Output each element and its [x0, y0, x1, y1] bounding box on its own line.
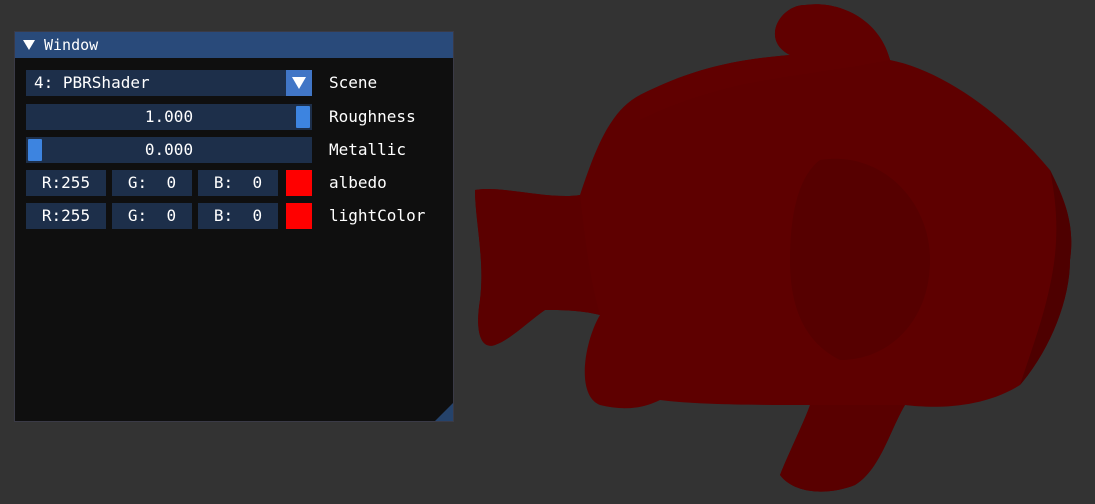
window-title-bar[interactable]: Window: [15, 32, 453, 58]
metallic-value: 0.000: [144, 140, 194, 159]
light-color-b-field[interactable]: B: 0: [198, 203, 278, 229]
chevron-down-icon: [292, 77, 306, 89]
metallic-slider[interactable]: 0.000: [26, 137, 312, 163]
metallic-row: 0.000 Metallic: [26, 137, 446, 163]
metallic-label: Metallic: [329, 140, 407, 159]
albedo-row: R:255 G: 0 B: 0 albedo: [26, 170, 446, 196]
scene-row: 4: PBRShader Scene: [26, 70, 446, 96]
scene-combo-value: 4: PBRShader: [34, 73, 150, 92]
albedo-color-swatch[interactable]: [286, 170, 312, 196]
albedo-b-field[interactable]: B: 0: [198, 170, 278, 196]
light-color-r-field[interactable]: R:255: [26, 203, 106, 229]
fish-lower-fin: [780, 405, 905, 492]
light-color-g-field[interactable]: G: 0: [112, 203, 192, 229]
scene-label: Scene: [329, 73, 378, 92]
roughness-label: Roughness: [329, 107, 416, 126]
fish-model: [475, 4, 1072, 492]
light-color-swatch[interactable]: [286, 203, 312, 229]
scene-combo[interactable]: 4: PBRShader: [26, 70, 312, 96]
albedo-label: albedo: [329, 173, 387, 192]
resize-grip-icon[interactable]: [435, 403, 453, 421]
albedo-r-field[interactable]: R:255: [26, 170, 106, 196]
roughness-row: 1.000 Roughness: [26, 104, 446, 130]
fish-tail: [475, 188, 600, 346]
collapse-arrow-icon[interactable]: [23, 40, 35, 50]
light-color-label: lightColor: [329, 206, 426, 225]
imgui-window[interactable]: Window 4: PBRShader Scene 1.000 Roughnes…: [14, 31, 454, 422]
albedo-g-field[interactable]: G: 0: [112, 170, 192, 196]
roughness-slider[interactable]: 1.000: [26, 104, 312, 130]
roughness-value: 1.000: [144, 107, 194, 126]
scene-combo-button[interactable]: [286, 70, 312, 96]
light-color-row: R:255 G: 0 B: 0 lightColor: [26, 203, 446, 229]
window-title: Window: [44, 36, 99, 54]
